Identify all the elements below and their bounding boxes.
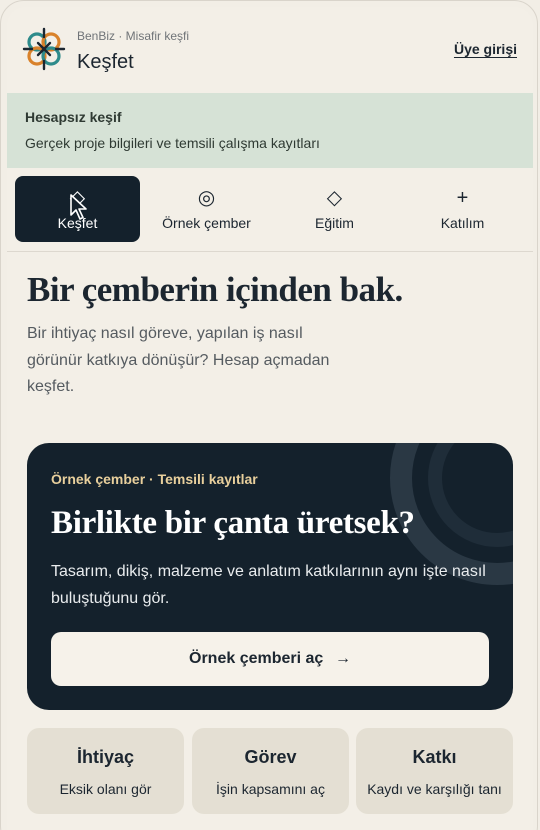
card-text: Eksik olanı gör (59, 781, 152, 797)
member-login-link[interactable]: Üye girişi (454, 41, 517, 57)
card-title: Katkı (412, 747, 457, 767)
sample-title: Birlikte bir çanta üretsek? (51, 505, 415, 541)
tab-bar: ◇ Keşfet ◎ Örnek çember ◇ Eğitim + Katıl… (7, 168, 533, 252)
tab-label: Katılım (440, 215, 485, 231)
knot-logo-icon (22, 27, 66, 71)
button-label: Örnek çemberi aç (189, 650, 324, 667)
tab-participation[interactable]: + Katılım (400, 176, 525, 242)
card-contribution[interactable]: Katkı Kaydı ve karşılığı tanı (356, 728, 513, 814)
card-title: İhtiyaç (76, 747, 135, 767)
card-text: Kaydı ve karşılığı tanı (367, 781, 502, 797)
hero-title: Bir çemberin içinden bak. (27, 270, 403, 309)
arrow-right-icon: → (335, 650, 351, 667)
tab-label: Eğitim (315, 215, 354, 231)
banner-text: Gerçek proje bilgileri ve temsili çalışm… (25, 135, 320, 151)
hero-text: Bir ihtiyaç nasıl göreve, yapılan iş nas… (27, 325, 330, 395)
app-subtitle: BenBiz · Misafir keşfi (77, 29, 190, 43)
app-header: BenBiz · Misafir keşfi Keşfet Üye girişi (7, 7, 533, 93)
card-title: Görev (244, 747, 297, 767)
tab-label: Keşfet (57, 215, 98, 231)
page-title: Keşfet (77, 51, 134, 73)
guest-info-banner: Hesapsız keşif Gerçek proje bilgileri ve… (7, 93, 533, 168)
sample-description: Tasarım, dikiş, malzeme ve anlatım katkı… (51, 563, 486, 607)
sample-kicker: Örnek çember · Temsili kayıtlar (51, 471, 258, 487)
target-icon: ◎ (197, 187, 216, 209)
tab-education[interactable]: ◇ Eğitim (272, 176, 397, 242)
sample-circle-card: Örnek çember · Temsili kayıtlar Birlikte… (27, 443, 513, 710)
diamond-icon: ◇ (326, 187, 343, 209)
compass-icon: ◇ (69, 187, 86, 209)
banner-title: Hesapsız keşif (25, 109, 122, 125)
app-frame: BenBiz · Misafir keşfi Keşfet Üye girişi… (0, 0, 540, 830)
plus-icon: + (456, 187, 469, 209)
tab-label: Örnek çember (162, 215, 251, 231)
tab-discover[interactable]: ◇ Keşfet (15, 176, 140, 242)
card-need[interactable]: İhtiyaç Eksik olanı gör (27, 728, 184, 814)
tab-sample-circle[interactable]: ◎ Örnek çember (144, 176, 269, 242)
card-text: İşin kapsamını aç (216, 781, 325, 797)
open-sample-circle-button[interactable]: Örnek çemberi aç → (51, 632, 489, 686)
card-task[interactable]: Görev İşin kapsamını aç (192, 728, 349, 814)
